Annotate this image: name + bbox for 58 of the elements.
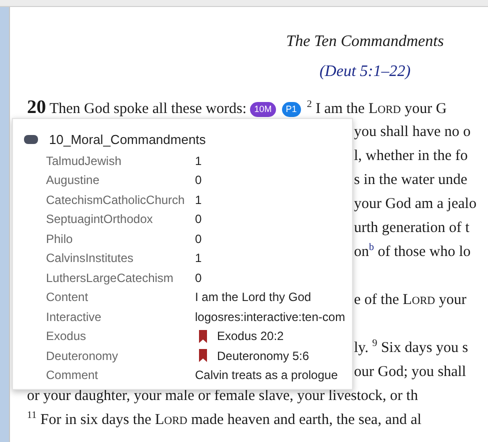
verse-text: Lord xyxy=(368,101,401,117)
verse-text: For in six days the xyxy=(39,412,152,428)
property-value: 1 xyxy=(195,251,202,266)
bookmark-icon xyxy=(199,330,207,343)
scripture-reference-link[interactable]: (Deut 5:1–22) xyxy=(319,63,411,80)
verse-number: 11 xyxy=(27,410,37,421)
property-label: LuthersLargeCatechism xyxy=(46,270,174,285)
reference-link[interactable]: Deuteronomy 5:6 xyxy=(217,348,310,363)
reference-link[interactable]: Exodus 20:2 xyxy=(217,329,284,344)
property-value: 1 xyxy=(195,192,202,207)
verse-text: ly. xyxy=(354,340,370,356)
property-label: TalmudJewish xyxy=(46,154,122,168)
verse-text: I am the xyxy=(314,101,366,117)
verse-number: 9 xyxy=(372,338,378,349)
property-value: Calvin treats as a prologue xyxy=(195,368,338,382)
verse-number: 2 xyxy=(306,99,312,110)
tag-icon xyxy=(24,134,38,144)
property-label: Exodus xyxy=(46,329,88,344)
verse-text: Six days you s xyxy=(380,340,468,356)
property-label: Deuteronomy xyxy=(46,348,120,363)
property-label: Philo xyxy=(46,232,74,246)
verse-text: e of the xyxy=(354,292,400,308)
bookmark-icon xyxy=(199,349,207,362)
property-label: SeptuagintOrthodox xyxy=(46,212,154,226)
section-title: The Ten Commandments xyxy=(286,33,444,50)
chapter-number: 20 xyxy=(27,97,46,118)
verse-text: made heaven and earth, the sea, and al xyxy=(190,412,422,428)
property-label: Comment xyxy=(46,368,100,382)
property-label: CalvinsInstitutes xyxy=(46,251,134,266)
verse-text: or your daughter, your male or female slave, your livestock, or th xyxy=(27,388,418,404)
tag-badge[interactable]: P1 xyxy=(282,102,301,117)
verse-text: your God am a jealo xyxy=(354,196,476,212)
footnote-link[interactable]: b xyxy=(369,242,374,253)
popup-title: 10_Moral_Commandments xyxy=(49,132,206,146)
verse-text: Lord xyxy=(154,412,188,428)
property-label: Augustine xyxy=(46,173,100,188)
verse-text: of those who lo xyxy=(376,244,471,260)
property-value: logosres:interactive:ten-com xyxy=(195,310,346,324)
property-label: Content xyxy=(46,290,90,304)
property-value: 0 xyxy=(195,212,202,226)
verse-text: you shall have no o xyxy=(354,124,471,140)
property-value: 0 xyxy=(195,173,202,188)
verse-text: your G xyxy=(404,101,447,117)
property-value: 0 xyxy=(195,232,202,246)
property-value: I am the Lord thy God xyxy=(195,290,312,304)
property-value: 0 xyxy=(195,270,202,285)
property-label: CatechismCatholicChurch xyxy=(46,192,186,207)
verse-text: s in the water unde xyxy=(354,172,468,188)
property-label: Interactive xyxy=(46,310,102,324)
tag-badge[interactable]: 10M xyxy=(250,102,276,117)
verse-text: your xyxy=(438,292,466,308)
verse-text: urth generation of t xyxy=(354,220,470,236)
verse-text: l, whether in the fo xyxy=(354,148,468,164)
verse-text: on xyxy=(354,244,369,260)
property-value: 1 xyxy=(195,154,202,168)
verse-text: Then God spoke all these words: xyxy=(48,101,248,117)
verse-text: Lord xyxy=(402,292,436,308)
verse-text: our God; you shall xyxy=(354,364,466,380)
